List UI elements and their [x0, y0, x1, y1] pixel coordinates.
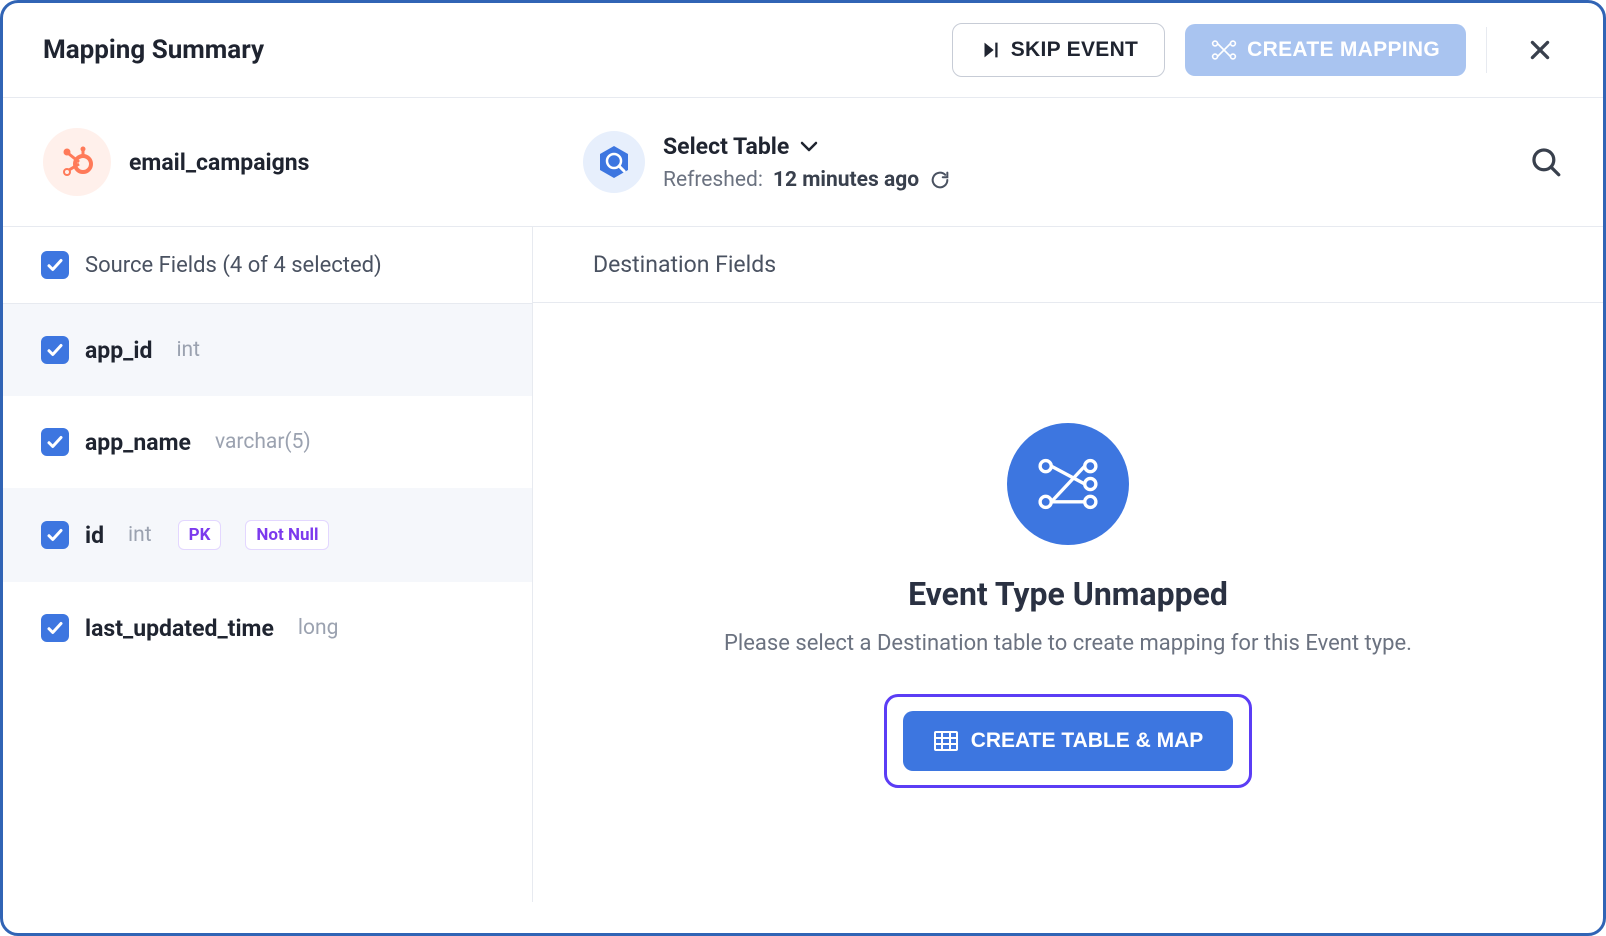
field-name: app_name	[85, 429, 191, 456]
source-fields-list: app_idintapp_namevarchar(5)idintPKNot Nu…	[3, 304, 532, 674]
app-frame: Mapping Summary SKIP EVENT	[0, 0, 1606, 936]
header-actions: SKIP EVENT CREATE MAPPING	[952, 23, 1563, 77]
source-fields-header-label: Source Fields (4 of 4 selected)	[85, 253, 382, 278]
select-all-checkbox[interactable]	[41, 251, 69, 279]
field-name: app_id	[85, 337, 152, 364]
field-type: int	[176, 338, 200, 362]
field-type: int	[128, 523, 152, 547]
field-type: long	[298, 616, 338, 640]
field-checkbox[interactable]	[41, 428, 69, 456]
search-button[interactable]	[1529, 145, 1563, 179]
header: Mapping Summary SKIP EVENT	[3, 3, 1603, 98]
close-button[interactable]	[1486, 27, 1563, 73]
create-mapping-label: CREATE MAPPING	[1247, 38, 1440, 62]
create-mapping-button[interactable]: CREATE MAPPING	[1185, 24, 1466, 76]
cta-highlight-box: CREATE TABLE & MAP	[884, 694, 1253, 788]
refreshed-line: Refreshed: 12 minutes ago	[663, 168, 951, 192]
bigquery-icon	[583, 131, 645, 193]
table-icon	[933, 730, 959, 752]
field-checkbox[interactable]	[41, 336, 69, 364]
source-destination-row: email_campaigns Select Table	[3, 98, 1603, 227]
create-table-and-map-label: CREATE TABLE & MAP	[971, 729, 1204, 753]
destination-cell: Select Table Refreshed: 12 minutes ago	[583, 131, 1529, 193]
source-fields-panel: Source Fields (4 of 4 selected) app_idin…	[3, 227, 533, 902]
skip-icon	[979, 39, 1001, 61]
destination-stack: Select Table Refreshed: 12 minutes ago	[663, 133, 951, 192]
skip-event-label: SKIP EVENT	[1011, 38, 1138, 62]
hubspot-icon	[43, 128, 111, 196]
empty-state: Event Type Unmapped Please select a Dest…	[533, 303, 1603, 788]
skip-event-button[interactable]: SKIP EVENT	[952, 23, 1165, 77]
source-name: email_campaigns	[129, 149, 309, 176]
refreshed-prefix: Refreshed:	[663, 168, 763, 192]
mapping-icon	[1211, 38, 1237, 62]
empty-state-title: Event Type Unmapped	[908, 575, 1228, 613]
notnull-badge: Not Null	[245, 520, 329, 550]
select-table-label: Select Table	[663, 133, 789, 160]
source-field-row[interactable]: app_id int	[3, 304, 532, 396]
select-table-dropdown[interactable]: Select Table	[663, 133, 951, 160]
field-checkbox[interactable]	[41, 521, 69, 549]
refresh-button[interactable]	[929, 169, 951, 191]
source-fields-header: Source Fields (4 of 4 selected)	[3, 227, 532, 304]
field-name: id	[85, 522, 104, 549]
destination-fields-panel: Destination Fields Event Type Unmapped P…	[533, 227, 1603, 902]
search-icon	[1529, 145, 1563, 179]
source-cell: email_campaigns	[43, 128, 583, 196]
source-field-row[interactable]: last_updated_time long	[3, 582, 532, 674]
panels: Source Fields (4 of 4 selected) app_idin…	[3, 227, 1603, 902]
create-table-and-map-button[interactable]: CREATE TABLE & MAP	[903, 711, 1234, 771]
source-field-row[interactable]: idint PK Not Null	[3, 488, 532, 582]
field-name: last_updated_time	[85, 615, 274, 642]
field-type: varchar(5)	[215, 430, 311, 454]
pk-badge: PK	[178, 520, 222, 550]
mapping-graph-icon	[1007, 423, 1129, 545]
destination-fields-header: Destination Fields	[533, 227, 1603, 303]
page-title: Mapping Summary	[43, 35, 264, 65]
refreshed-time: 12 minutes ago	[773, 168, 919, 192]
empty-state-description: Please select a Destination table to cre…	[724, 631, 1412, 656]
source-field-row[interactable]: app_name varchar(5)	[3, 396, 532, 488]
close-icon	[1527, 37, 1553, 63]
chevron-down-icon	[799, 139, 819, 153]
field-checkbox[interactable]	[41, 614, 69, 642]
